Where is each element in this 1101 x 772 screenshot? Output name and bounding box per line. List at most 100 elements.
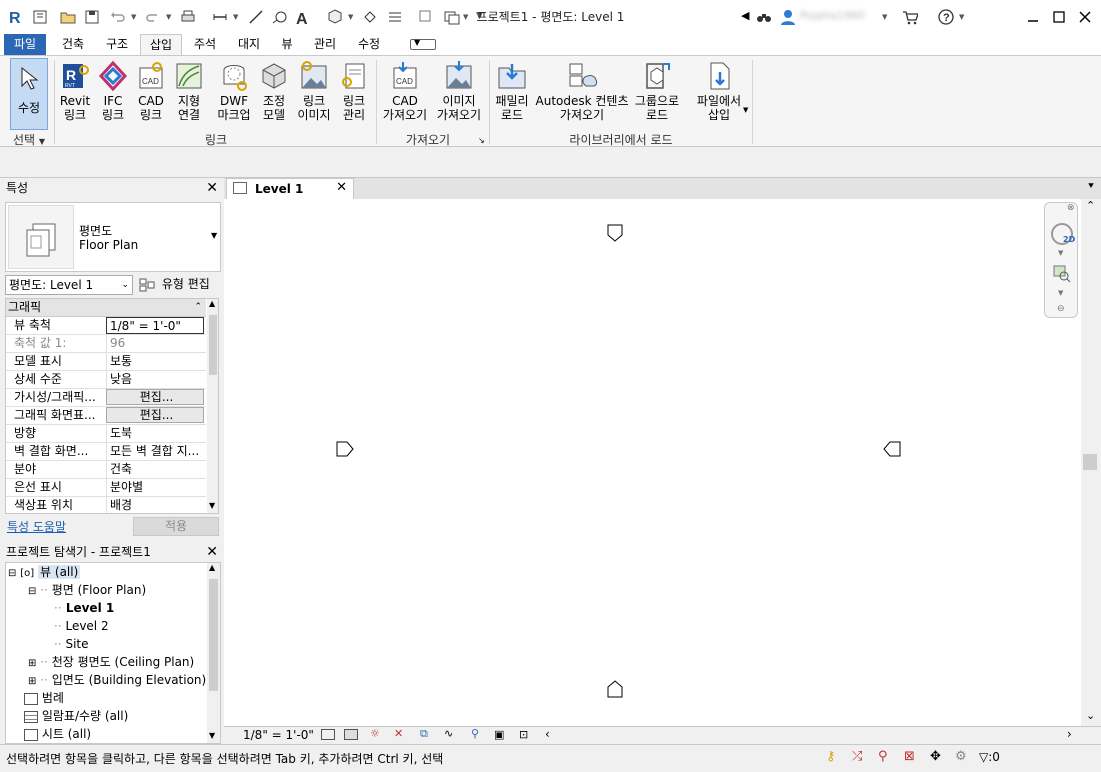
property-row-display-model[interactable]: 모델 표시 보통: [6, 353, 206, 371]
close-icon[interactable]: ✕: [336, 180, 347, 195]
filter-button[interactable]: ▽:0: [979, 750, 1000, 764]
sun-path-off-icon[interactable]: ☼: [370, 727, 380, 740]
instance-filter-dropdown[interactable]: 평면도: Level 1 ⌄: [5, 275, 133, 295]
select-underlay-icon[interactable]: ⤮: [852, 749, 862, 764]
property-value[interactable]: 보통: [106, 353, 204, 370]
close-hidden-icon[interactable]: [417, 8, 435, 26]
undo-icon[interactable]: [109, 8, 127, 26]
undo-dropdown-icon[interactable]: ▼: [131, 13, 136, 21]
chevron-down-icon[interactable]: ▼: [1058, 289, 1063, 297]
close-window-button[interactable]: [1073, 6, 1097, 28]
drawing-canvas[interactable]: ⊗ 2D ▼ ▼ ⊖: [224, 199, 1081, 726]
3d-view-icon[interactable]: [326, 8, 344, 26]
property-row-detail-level[interactable]: 상세 수준 낮음: [6, 371, 206, 389]
load-family-button[interactable]: 패밀리 로드: [492, 58, 532, 132]
tab-file[interactable]: 파일: [4, 34, 46, 55]
cad-link-button[interactable]: CAD CAD 링크: [133, 58, 169, 132]
scroll-down-icon[interactable]: ▼: [209, 501, 215, 510]
open-icon[interactable]: [59, 8, 77, 26]
analytical-model-icon[interactable]: ⊡: [519, 728, 528, 741]
switch-windows-icon[interactable]: [443, 8, 461, 26]
tab-annotate[interactable]: 주석: [185, 34, 225, 55]
scroll-thumb[interactable]: [209, 315, 217, 375]
north-elevation-marker[interactable]: [607, 224, 623, 242]
revit-logo-icon[interactable]: R: [6, 8, 24, 26]
property-row-color-scheme[interactable]: 색상표 위치 배경: [6, 497, 206, 513]
scroll-up-icon[interactable]: ⌃: [1086, 199, 1095, 212]
drag-elements-icon[interactable]: ✥: [930, 749, 941, 764]
scroll-thumb[interactable]: [209, 579, 218, 691]
view-scale-field[interactable]: 1/8" = 1'-0": [106, 317, 204, 334]
import-group-launcher-icon[interactable]: ↘: [478, 136, 485, 145]
save-icon[interactable]: [83, 8, 101, 26]
property-value[interactable]: 낮음: [106, 371, 204, 388]
detail-level-icon[interactable]: [321, 729, 335, 740]
coordination-model-button[interactable]: 조정 모델: [256, 58, 292, 132]
search-left-arrow-icon[interactable]: ◀: [741, 9, 749, 22]
topography-link-button[interactable]: 지형 연결: [171, 58, 207, 132]
expand-icon[interactable]: ⊞: [28, 658, 36, 669]
tab-manage[interactable]: 관리: [305, 34, 345, 55]
measure-icon[interactable]: [211, 8, 229, 26]
import-cad-button[interactable]: CAD CAD 가져오기: [380, 58, 430, 132]
property-row-view-scale[interactable]: 뷰 축척 1/8" = 1'-0": [6, 317, 206, 335]
select-pinned-icon[interactable]: ⚲: [878, 749, 888, 764]
insert-from-file-button[interactable]: 파일에서 삽입: [692, 58, 746, 132]
property-value[interactable]: 모든 벽 결합 지...: [106, 443, 204, 460]
user-icon[interactable]: [779, 8, 797, 26]
thin-lines-icon[interactable]: [386, 8, 404, 26]
select-by-face-icon[interactable]: ⊠: [904, 749, 915, 764]
property-value[interactable]: 분야별: [106, 479, 204, 496]
dwf-markup-button[interactable]: DWF 마크업: [213, 58, 255, 132]
property-value[interactable]: 도북: [106, 425, 204, 442]
help-dropdown-icon[interactable]: ▼: [959, 13, 964, 21]
help-icon[interactable]: ?: [937, 8, 955, 26]
redo-dropdown-icon[interactable]: ▼: [166, 13, 171, 21]
visibility-graphics-edit-button[interactable]: 편집...: [106, 389, 204, 405]
edit-type-button[interactable]: 유형 편집: [139, 275, 219, 295]
tab-modify[interactable]: 수정: [349, 34, 389, 55]
import-image-button[interactable]: 이미지 가져오기: [432, 58, 486, 132]
canvas-vertical-scrollbar[interactable]: ⌃ ⌄: [1081, 199, 1101, 726]
revit-link-button[interactable]: R RVT Revit 링크: [57, 58, 93, 132]
tab-view[interactable]: 뷰: [275, 34, 299, 55]
crop-view-icon[interactable]: ⧉: [420, 727, 428, 741]
view-tab-level-1[interactable]: Level 1 ✕: [226, 178, 354, 199]
manage-links-button[interactable]: 링크 관리: [336, 58, 372, 132]
tree-node-views[interactable]: ⊟ [o] 뷰 (all): [8, 563, 81, 581]
property-row-discipline[interactable]: 분야 건축: [6, 461, 206, 479]
graphic-display-edit-button[interactable]: 편집...: [106, 407, 204, 423]
zoom-region-icon[interactable]: [1053, 265, 1071, 283]
tab-structure[interactable]: 구조: [97, 34, 137, 55]
scroll-up-icon[interactable]: ▲: [209, 299, 215, 308]
property-value[interactable]: 배경: [106, 497, 204, 513]
print-icon[interactable]: [179, 8, 197, 26]
property-row-hidden-line[interactable]: 은선 표시 분야별: [6, 479, 206, 497]
shadows-off-icon[interactable]: ✕: [394, 727, 403, 740]
type-selector[interactable]: 평면도 Floor Plan ▼: [5, 202, 221, 272]
customize-qat-icon[interactable]: ▼: [476, 11, 483, 21]
tab-list-dropdown-icon[interactable]: ⯆: [1087, 181, 1095, 192]
visual-style-icon[interactable]: [344, 729, 358, 740]
property-row-wall-join[interactable]: 벽 결합 화면... 모든 벽 결합 지...: [6, 443, 206, 461]
home-icon[interactable]: [31, 8, 49, 26]
3d-dropdown-icon[interactable]: ▼: [348, 13, 353, 21]
aligned-dimension-icon[interactable]: [247, 8, 265, 26]
scroll-left-icon[interactable]: ‹: [545, 727, 550, 741]
select-links-icon[interactable]: ⚷: [826, 749, 836, 764]
section-icon[interactable]: [361, 8, 379, 26]
link-image-button[interactable]: 링크 이미지: [294, 58, 334, 132]
tree-node-legends[interactable]: 범례: [24, 689, 64, 707]
load-as-group-button[interactable]: 그룹으로 로드: [630, 58, 684, 132]
properties-help-link[interactable]: 특성 도움말: [7, 518, 66, 535]
tree-node-elevation[interactable]: ⊞ ·· 입면도 (Building Elevation): [28, 671, 206, 689]
west-elevation-marker[interactable]: [336, 441, 354, 457]
scroll-down-icon[interactable]: ▼: [209, 731, 215, 740]
scroll-down-icon[interactable]: ⌄: [1086, 709, 1095, 722]
property-row-orientation[interactable]: 방향 도북: [6, 425, 206, 443]
tree-node-ceiling-plan[interactable]: ⊞ ·· 천장 평면도 (Ceiling Plan): [28, 653, 194, 671]
binoculars-icon[interactable]: [755, 8, 773, 26]
scroll-up-icon[interactable]: ▲: [209, 563, 215, 572]
chevron-down-icon[interactable]: ▼: [1058, 249, 1063, 257]
select-group-dropdown[interactable]: 선택 ▼: [6, 131, 52, 148]
